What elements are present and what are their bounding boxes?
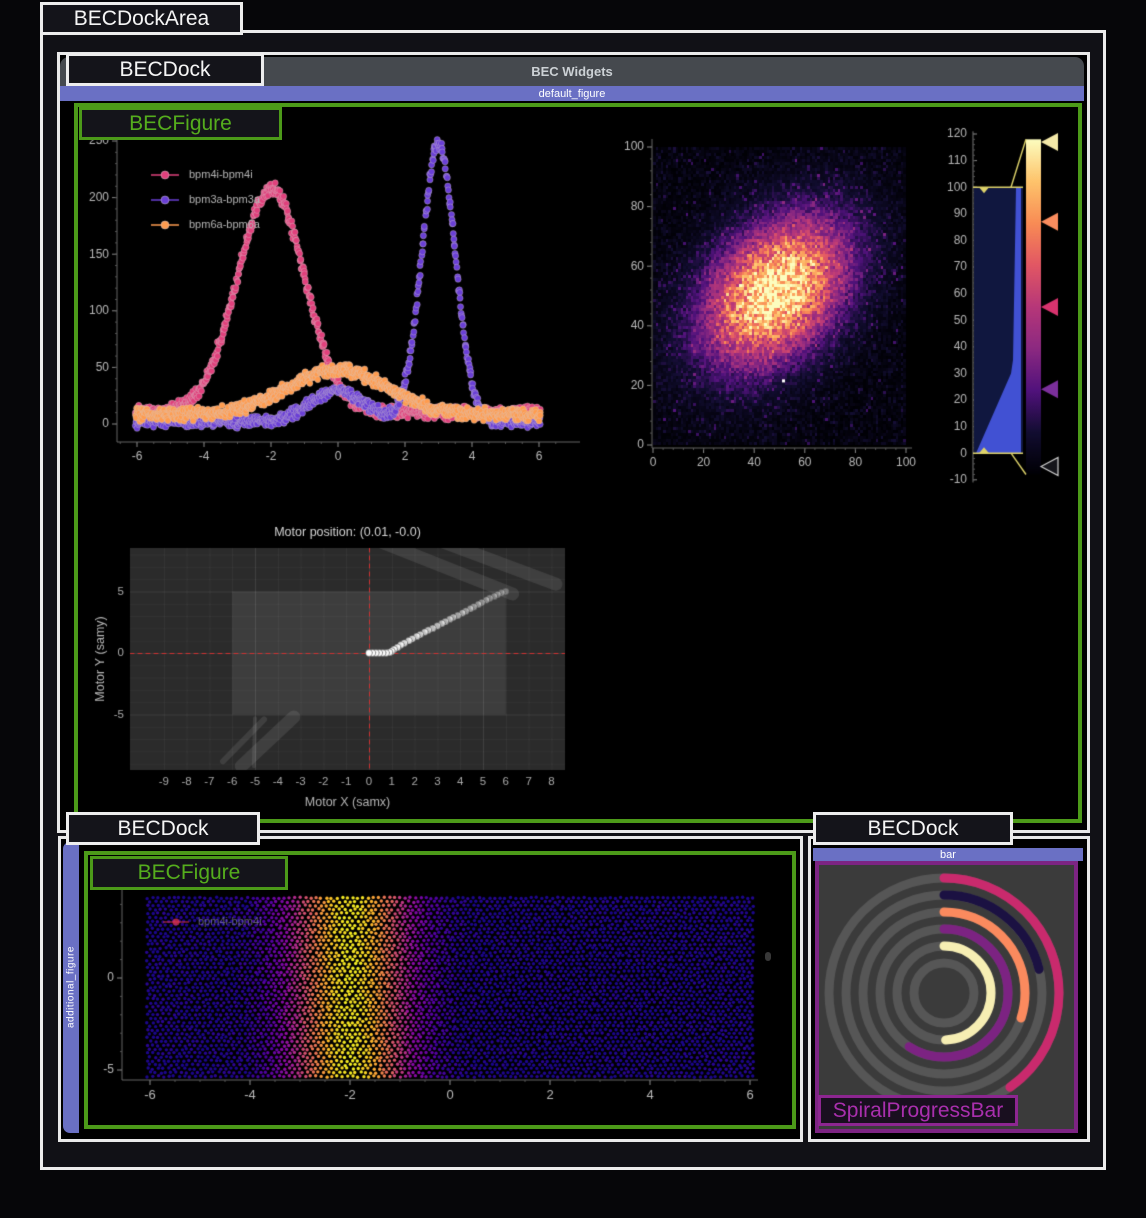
figure2-debug-label: BECFigure: [90, 856, 288, 890]
dockarea-debug-label: BECDockArea: [40, 2, 243, 35]
motor-map-plot[interactable]: [88, 520, 588, 815]
splitter-handle[interactable]: [765, 952, 771, 961]
becdockarea-window: BECDockArea BEC Widgets default_figure B…: [0, 0, 1146, 1218]
spiral-progress-canvas: [819, 865, 1074, 1129]
spiral-debug-label: SpiralProgressBar: [818, 1095, 1018, 1126]
spiral-progress-bar: SpiralProgressBar: [815, 861, 1078, 1133]
dock3-debug-label: BECDock: [813, 812, 1013, 845]
dock2-debug-label: BECDock: [66, 812, 260, 845]
figure-drag-bar-default[interactable]: default_figure: [60, 86, 1084, 101]
dock-top: BEC Widgets default_figure BECDock BECFi…: [57, 52, 1090, 833]
dock-bottom-left: additional_figure BECDock BECFigure: [58, 836, 803, 1142]
histogram-lut[interactable]: [928, 117, 1076, 497]
dock-area: BEC Widgets default_figure BECDock BECFi…: [40, 30, 1106, 1170]
figure-drag-bar-bar[interactable]: bar: [813, 848, 1083, 861]
figure1-debug-label: BECFigure: [79, 107, 282, 140]
dock-bottom-right: BECDock bar SpiralProgressBar: [808, 836, 1090, 1142]
waveform-plot[interactable]: [86, 127, 586, 487]
figure-default: BECFigure: [74, 103, 1082, 823]
scan2d-plot[interactable]: [98, 865, 782, 1117]
figure-drag-bar-additional[interactable]: additional_figure: [63, 842, 79, 1133]
figure-additional: BECFigure: [84, 851, 796, 1129]
image2d-plot[interactable]: [615, 117, 925, 487]
dock1-debug-label: BECDock: [66, 53, 264, 86]
